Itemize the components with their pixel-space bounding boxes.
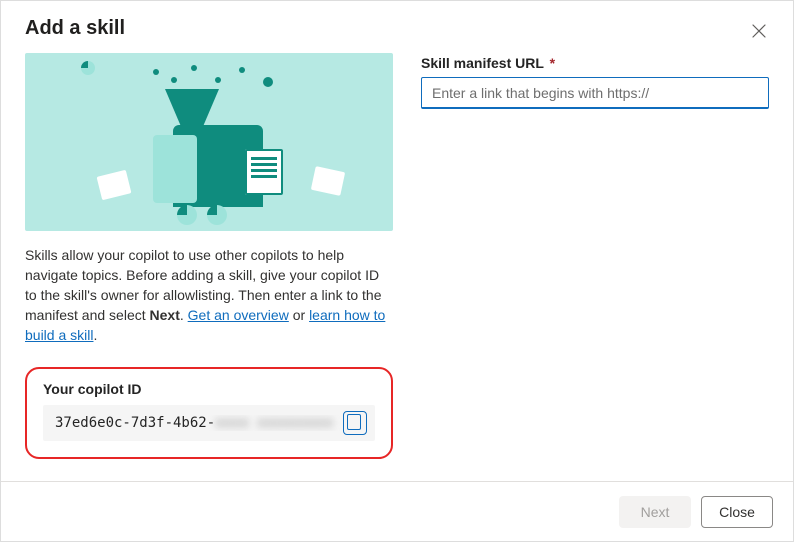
desc-bold: Next — [150, 307, 180, 323]
copilot-id-section: Your copilot ID 37ed6e0c-7d3f-4b62-xxxx … — [25, 367, 393, 459]
desc-dot: . — [180, 307, 188, 323]
right-column: Skill manifest URL * — [421, 53, 769, 481]
copy-icon[interactable] — [343, 411, 367, 435]
dialog-header: Add a skill — [1, 1, 793, 53]
desc-or: or — [289, 307, 309, 323]
left-column: Skills allow your copilot to use other c… — [25, 53, 393, 481]
next-button: Next — [619, 496, 691, 528]
copilot-id-visible: 37ed6e0c-7d3f-4b62- — [55, 415, 215, 431]
dialog-title: Add a skill — [25, 17, 125, 40]
copilot-id-obscured: xxxx xxxxxxxxx — [215, 415, 333, 431]
manifest-url-label: Skill manifest URL * — [421, 55, 769, 71]
dialog-body: Skills allow your copilot to use other c… — [1, 53, 793, 481]
desc-dot2: . — [93, 327, 97, 343]
manifest-url-label-text: Skill manifest URL — [421, 55, 544, 71]
overview-link[interactable]: Get an overview — [188, 307, 289, 323]
required-indicator: * — [550, 55, 555, 71]
copilot-id-label: Your copilot ID — [43, 381, 375, 397]
manifest-url-input[interactable] — [421, 77, 769, 109]
close-button[interactable]: Close — [701, 496, 773, 528]
dialog-footer: Next Close — [1, 481, 793, 541]
copilot-id-value: 37ed6e0c-7d3f-4b62-xxxx xxxxxxxxx — [55, 415, 343, 431]
add-skill-dialog: Add a skill — [0, 0, 794, 542]
skill-illustration — [25, 53, 393, 231]
description-text: Skills allow your copilot to use other c… — [25, 245, 393, 345]
close-icon[interactable] — [745, 17, 773, 45]
copilot-id-row: 37ed6e0c-7d3f-4b62-xxxx xxxxxxxxx — [43, 405, 375, 441]
